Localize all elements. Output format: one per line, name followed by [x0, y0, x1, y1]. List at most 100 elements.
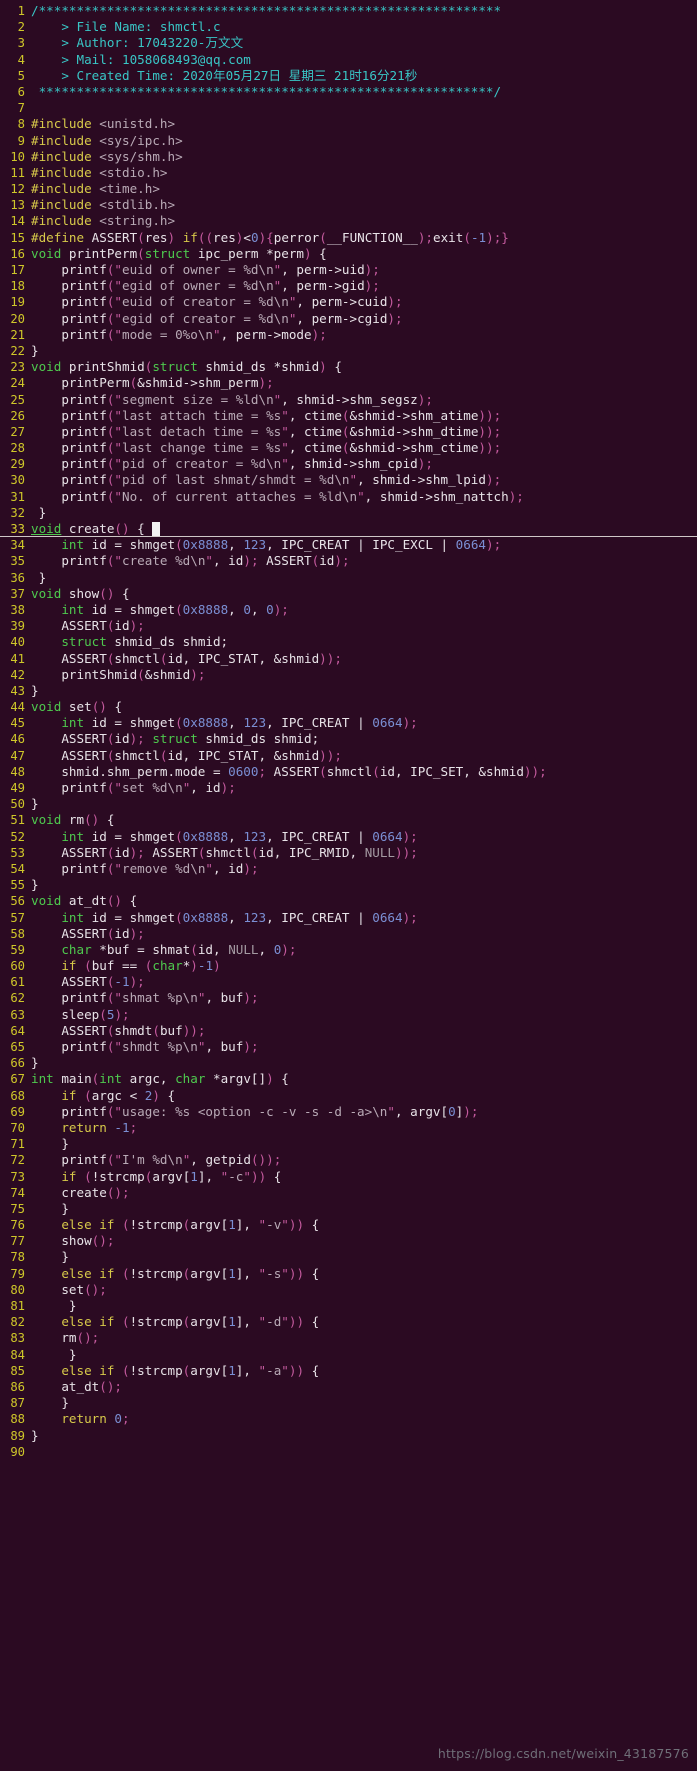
code-line[interactable]: 3 > Author: 17043220-万文文: [0, 35, 697, 51]
code-line[interactable]: 5 > Created Time: 2020年05月27日 星期三 21时16分…: [0, 68, 697, 84]
code-line[interactable]: 75 }: [0, 1201, 697, 1217]
code-line[interactable]: 81 }: [0, 1298, 697, 1314]
code-line[interactable]: 33 void create() {: [0, 521, 697, 538]
code-line[interactable]: 70 return -1;: [0, 1120, 697, 1136]
code-line[interactable]: 18 printf("egid of owner = %d\n", perm->…: [0, 278, 697, 294]
code-token: );: [243, 990, 259, 1006]
code-line[interactable]: 84 }: [0, 1347, 697, 1363]
code-line[interactable]: 16 void printPerm(struct ipc_perm *perm) …: [0, 246, 697, 262]
code-line[interactable]: 88 return 0;: [0, 1411, 697, 1427]
code-line[interactable]: 59 char *buf = shmat(id, NULL, 0);: [0, 942, 697, 958]
code-line[interactable]: 44 void set() {: [0, 699, 697, 715]
code-line[interactable]: 22}: [0, 343, 697, 359]
code-lines-container[interactable]: 1 /**************************************…: [0, 3, 697, 1460]
code-line[interactable]: 30 printf("pid of last shmat/shmdt = %d\…: [0, 472, 697, 488]
code-line[interactable]: 64 ASSERT(shmdt(buf));: [0, 1023, 697, 1039]
code-line[interactable]: 78 }: [0, 1249, 697, 1265]
code-token: , perm->uid: [281, 262, 365, 277]
code-line[interactable]: 56 void at_dt() {: [0, 893, 697, 909]
code-line[interactable]: 73 if (!strcmp(argv[1], "-c")) {: [0, 1169, 697, 1185]
code-line[interactable]: 55}: [0, 877, 697, 893]
code-line[interactable]: 39 ASSERT(id);: [0, 618, 697, 634]
code-line[interactable]: 6 **************************************…: [0, 84, 697, 100]
code-line[interactable]: 40 struct shmid_ds shmid;: [0, 634, 697, 650]
code-token: <: [243, 229, 251, 245]
code-line[interactable]: 29 printf("pid of creator = %d\n", shmid…: [0, 456, 697, 472]
code-line[interactable]: 11 #include <stdio.h>: [0, 165, 697, 181]
code-line[interactable]: 66}: [0, 1055, 697, 1071]
code-line[interactable]: 17 printf("euid of owner = %d\n", perm->…: [0, 262, 697, 278]
code-line[interactable]: 8 #include <unistd.h>: [0, 116, 697, 132]
code-token: (): [114, 521, 130, 536]
code-line[interactable]: 37 void show() {: [0, 586, 697, 602]
code-line[interactable]: 34 int id = shmget(0x8888, 123, IPC_CREA…: [0, 537, 697, 553]
code-line[interactable]: 76 else if (!strcmp(argv[1], "-v")) {: [0, 1217, 697, 1233]
code-line[interactable]: 71 }: [0, 1136, 697, 1152]
code-token: struct: [152, 359, 198, 375]
code-line[interactable]: 35 printf("create %d\n", id); ASSERT(id)…: [0, 553, 697, 569]
code-line[interactable]: 87 }: [0, 1395, 697, 1411]
code-line[interactable]: 42 printShmid(&shmid);: [0, 667, 697, 683]
code-token: shmdt: [114, 1022, 153, 1038]
code-line[interactable]: 49 printf("set %d\n", id);: [0, 780, 697, 796]
code-line[interactable]: 32 }: [0, 505, 697, 521]
code-line[interactable]: 62 printf("shmat %p\n", buf);: [0, 990, 697, 1006]
code-line[interactable]: 79 else if (!strcmp(argv[1], "-s")) {: [0, 1266, 697, 1282]
code-line[interactable]: 12 #include <time.h>: [0, 181, 697, 197]
code-line[interactable]: 23 void printShmid(struct shmid_ds *shmid…: [0, 359, 697, 375]
code-line[interactable]: 90: [0, 1444, 697, 1460]
code-line[interactable]: 65 printf("shmdt %p\n", buf);: [0, 1039, 697, 1055]
code-line[interactable]: 25 printf("segment size = %ld\n", shmid-…: [0, 392, 697, 408]
code-line[interactable]: 89}: [0, 1428, 697, 1444]
code-line[interactable]: 36 }: [0, 570, 697, 586]
code-line[interactable]: 69 printf("usage: %s <option -c -v -s -d…: [0, 1104, 697, 1120]
code-line[interactable]: 4 > Mail: 1058068493@qq.com: [0, 52, 697, 68]
code-line[interactable]: 43}: [0, 683, 697, 699]
code-line[interactable]: 48 shmid.shm_perm.mode = 0600; ASSERT(sh…: [0, 764, 697, 780]
code-line[interactable]: 60 if (buf == (char*)-1): [0, 958, 697, 974]
code-line[interactable]: 53 ASSERT(id); ASSERT(shmctl(id, IPC_RMI…: [0, 845, 697, 861]
code-line[interactable]: 58 ASSERT(id);: [0, 926, 697, 942]
code-line[interactable]: 15 #define ASSERT(res) if((res)<0){perror…: [0, 230, 697, 246]
code-line[interactable]: 52 int id = shmget(0x8888, 123, IPC_CREA…: [0, 829, 697, 845]
code-line[interactable]: 10 #include <sys/shm.h>: [0, 149, 697, 165]
code-line[interactable]: 46 ASSERT(id); struct shmid_ds shmid;: [0, 731, 697, 747]
code-line[interactable]: 41 ASSERT(shmctl(id, IPC_STAT, &shmid));: [0, 651, 697, 667]
code-line[interactable]: 2 > File Name: shmctl.c: [0, 19, 697, 35]
code-line[interactable]: 38 int id = shmget(0x8888, 0, 0);: [0, 602, 697, 618]
code-line[interactable]: 9 #include <sys/ipc.h>: [0, 133, 697, 149]
line-number: 87: [10, 1396, 25, 1411]
code-line[interactable]: 54 printf("remove %d\n", id);: [0, 861, 697, 877]
code-line[interactable]: 80 set();: [0, 1282, 697, 1298]
code-line[interactable]: 57 int id = shmget(0x8888, 123, IPC_CREA…: [0, 910, 697, 926]
code-editor-window[interactable]: 1 /**************************************…: [0, 0, 697, 1771]
code-line[interactable]: 85 else if (!strcmp(argv[1], "-a")) {: [0, 1363, 697, 1379]
code-line[interactable]: 20 printf("egid of creator = %d\n", perm…: [0, 311, 697, 327]
code-line[interactable]: 67 int main(int argc, char *argv[]) {: [0, 1071, 697, 1087]
code-line[interactable]: 86 at_dt();: [0, 1379, 697, 1395]
code-line[interactable]: 7: [0, 100, 697, 116]
code-line[interactable]: 83 rm();: [0, 1330, 697, 1346]
code-line[interactable]: 50}: [0, 796, 697, 812]
code-line[interactable]: 27 printf("last detach time = %s", ctime…: [0, 424, 697, 440]
code-line[interactable]: 72 printf("I'm %d\n", getpid());: [0, 1152, 697, 1168]
code-token: printShmid: [61, 359, 145, 375]
code-line[interactable]: 77 show();: [0, 1233, 697, 1249]
code-line[interactable]: 74 create();: [0, 1185, 697, 1201]
code-line[interactable]: 14 #include <string.h>: [0, 213, 697, 229]
code-line[interactable]: 1 /**************************************…: [0, 3, 697, 19]
code-line[interactable]: 61 ASSERT(-1);: [0, 974, 697, 990]
code-line[interactable]: 21 printf("mode = 0%o\n", perm->mode);: [0, 327, 697, 343]
code-line[interactable]: 47 ASSERT(shmctl(id, IPC_STAT, &shmid));: [0, 748, 697, 764]
code-line[interactable]: 31 printf("No. of current attaches = %ld…: [0, 489, 697, 505]
code-line[interactable]: 13 #include <stdlib.h>: [0, 197, 697, 213]
code-line[interactable]: 19 printf("euid of creator = %d\n", perm…: [0, 294, 697, 310]
code-line[interactable]: 51 void rm() {: [0, 812, 697, 828]
code-line[interactable]: 26 printf("last attach time = %s", ctime…: [0, 408, 697, 424]
code-line[interactable]: 28 printf("last change time = %s", ctime…: [0, 440, 697, 456]
code-line[interactable]: 24 printPerm(&shmid->shm_perm);: [0, 375, 697, 391]
code-line[interactable]: 63 sleep(5);: [0, 1007, 697, 1023]
code-line[interactable]: 68 if (argc < 2) {: [0, 1088, 697, 1104]
code-line[interactable]: 82 else if (!strcmp(argv[1], "-d")) {: [0, 1314, 697, 1330]
code-line[interactable]: 45 int id = shmget(0x8888, 123, IPC_CREA…: [0, 715, 697, 731]
